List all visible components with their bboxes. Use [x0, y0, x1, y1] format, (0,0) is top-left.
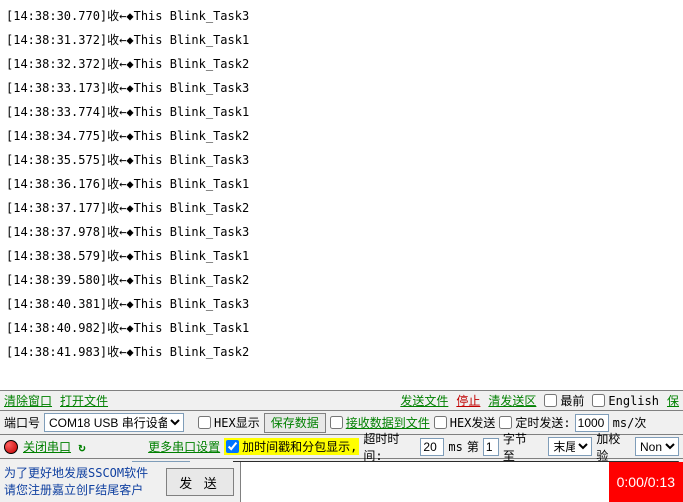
log-line: [14:38:40.381]收←◆This Blink_Task3 — [6, 292, 677, 316]
timeout-label: 超时时间: — [363, 430, 416, 464]
footer: 为了更好地发展SSCOM软件 请您注册嘉立创F结尾客户 发 送 0:00/0:1… — [0, 462, 683, 502]
log-line: [14:38:33.173]收←◆This Blink_Task3 — [6, 76, 677, 100]
timestamp-checkbox[interactable]: 加时间戳和分包显示, — [224, 438, 359, 455]
toolbar-settings: 关闭串口 ↻ 更多串口设置 加时间戳和分包显示, 超时时间: ms 第 字节 至… — [0, 435, 683, 459]
log-line: [14:38:34.775]收←◆This Blink_Task2 — [6, 124, 677, 148]
english-checkbox[interactable]: English — [592, 394, 659, 408]
log-line: [14:38:38.579]收←◆This Blink_Task1 — [6, 244, 677, 268]
close-port-link[interactable]: 关闭串口 — [23, 438, 71, 455]
recv-to-file-label: 接收数据到文件 — [346, 414, 430, 431]
send-button[interactable]: 发 送 — [166, 468, 234, 496]
log-line: [14:38:41.983]收←◆This Blink_Task2 — [6, 340, 677, 364]
nth-label2: 字节 至 — [503, 430, 545, 464]
nth-label1: 第 — [467, 438, 479, 455]
footer-info: 为了更好地发展SSCOM软件 请您注册嘉立创F结尾客户 — [0, 462, 160, 502]
timeout-value[interactable] — [420, 438, 444, 456]
log-line: [14:38:36.176]收←◆This Blink_Task1 — [6, 172, 677, 196]
hex-send-checkbox[interactable]: HEX发送 — [434, 414, 496, 431]
open-file-link[interactable]: 打开文件 — [60, 392, 108, 409]
recv-to-file-checkbox[interactable]: 接收数据到文件 — [330, 414, 430, 431]
hex-display-label: HEX显示 — [214, 414, 260, 431]
port-label: 端口号 — [4, 414, 40, 431]
port-select[interactable]: COM18 USB 串行设备 — [44, 413, 184, 432]
timed-send-unit: ms/次 — [613, 414, 647, 431]
english-label: English — [608, 394, 659, 408]
log-line: [14:38:37.978]收←◆This Blink_Task3 — [6, 220, 677, 244]
save-params-link[interactable]: 保 — [667, 392, 679, 409]
port-status-icon — [4, 440, 18, 454]
toolbar-port: 端口号 COM18 USB 串行设备 HEX显示 保存数据 接收数据到文件 HE… — [0, 411, 683, 435]
hex-display-checkbox[interactable]: HEX显示 — [198, 414, 260, 431]
front-checkbox[interactable]: 最前 — [544, 392, 584, 409]
add-check-label: 加校验 — [596, 430, 631, 464]
timer-display: 0:00/0:13 — [609, 462, 683, 502]
timestamp-label: 加时间戳和分包显示, — [242, 438, 357, 455]
stop-link[interactable]: 停止 — [456, 392, 480, 409]
log-line: [14:38:37.177]收←◆This Blink_Task2 — [6, 196, 677, 220]
footer-line1: 为了更好地发展SSCOM软件 — [4, 464, 156, 481]
end-select[interactable]: 末尾 — [548, 437, 592, 456]
footer-spacer — [240, 462, 609, 502]
nth-value[interactable] — [483, 438, 499, 456]
footer-line2: 请您注册嘉立创F结尾客户 — [4, 481, 156, 498]
timed-send-checkbox[interactable]: 定时发送: — [499, 414, 570, 431]
log-output: [14:38:30.770]收←◆This Blink_Task3[14:38:… — [0, 0, 683, 391]
log-line: [14:38:31.372]收←◆This Blink_Task1 — [6, 28, 677, 52]
toolbar-primary: 清除窗口 打开文件 发送文件 停止 清发送区 最前 English 保 — [0, 391, 683, 411]
check-select[interactable]: None — [635, 437, 679, 456]
more-settings-link[interactable]: 更多串口设置 — [148, 438, 220, 455]
clear-window-link[interactable]: 清除窗口 — [4, 392, 52, 409]
send-file-link[interactable]: 发送文件 — [400, 392, 448, 409]
timed-send-label: 定时发送: — [515, 414, 570, 431]
hex-send-label: HEX发送 — [450, 414, 496, 431]
refresh-icon[interactable]: ↻ — [74, 439, 90, 455]
log-line: [14:38:39.580]收←◆This Blink_Task2 — [6, 268, 677, 292]
clear-send-link[interactable]: 清发送区 — [488, 392, 536, 409]
timeout-unit: ms — [448, 440, 462, 454]
log-line: [14:38:40.982]收←◆This Blink_Task1 — [6, 316, 677, 340]
log-line: [14:38:35.575]收←◆This Blink_Task3 — [6, 148, 677, 172]
log-line: [14:38:33.774]收←◆This Blink_Task1 — [6, 100, 677, 124]
front-label: 最前 — [560, 392, 584, 409]
save-data-button[interactable]: 保存数据 — [264, 413, 326, 433]
log-line: [14:38:32.372]收←◆This Blink_Task2 — [6, 52, 677, 76]
log-line: [14:38:30.770]收←◆This Blink_Task3 — [6, 4, 677, 28]
